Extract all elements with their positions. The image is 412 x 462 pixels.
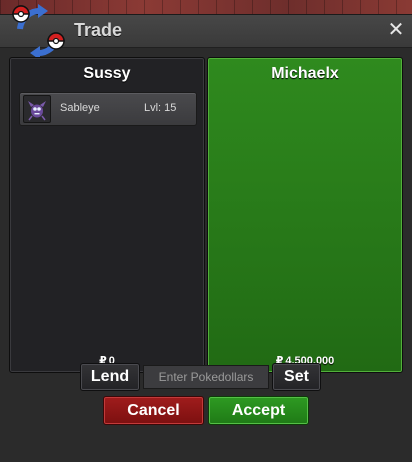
my-offer-panel: Sussy Sableye Lvl: 15 ₽0 xyxy=(9,57,205,373)
close-icon[interactable]: ✕ xyxy=(386,18,406,42)
window-title: Trade xyxy=(74,20,123,40)
item-name: Sableye xyxy=(60,102,100,114)
trade-window: Trade ✕ Sussy Sableye Lvl: 15 ₽ 0 Michae… xyxy=(0,4,412,462)
pokedollars-input[interactable] xyxy=(143,365,269,389)
cancel-button[interactable]: Cancel xyxy=(103,396,204,425)
trade-logo-icon xyxy=(12,4,65,60)
lend-button[interactable]: Lend xyxy=(80,363,140,391)
sableye-icon xyxy=(23,95,51,123)
player-name: Sussy xyxy=(83,65,131,82)
partner-name: Michaelx xyxy=(271,65,339,82)
set-button[interactable]: Set xyxy=(272,363,321,391)
item-level: Lvl: 15 xyxy=(144,102,177,114)
partner-offer-panel: Michaelx ₽4,500,000 xyxy=(207,57,403,373)
trade-item-slot[interactable]: Sableye Lvl: 15 xyxy=(19,92,197,126)
accept-button[interactable]: Accept xyxy=(208,396,309,425)
